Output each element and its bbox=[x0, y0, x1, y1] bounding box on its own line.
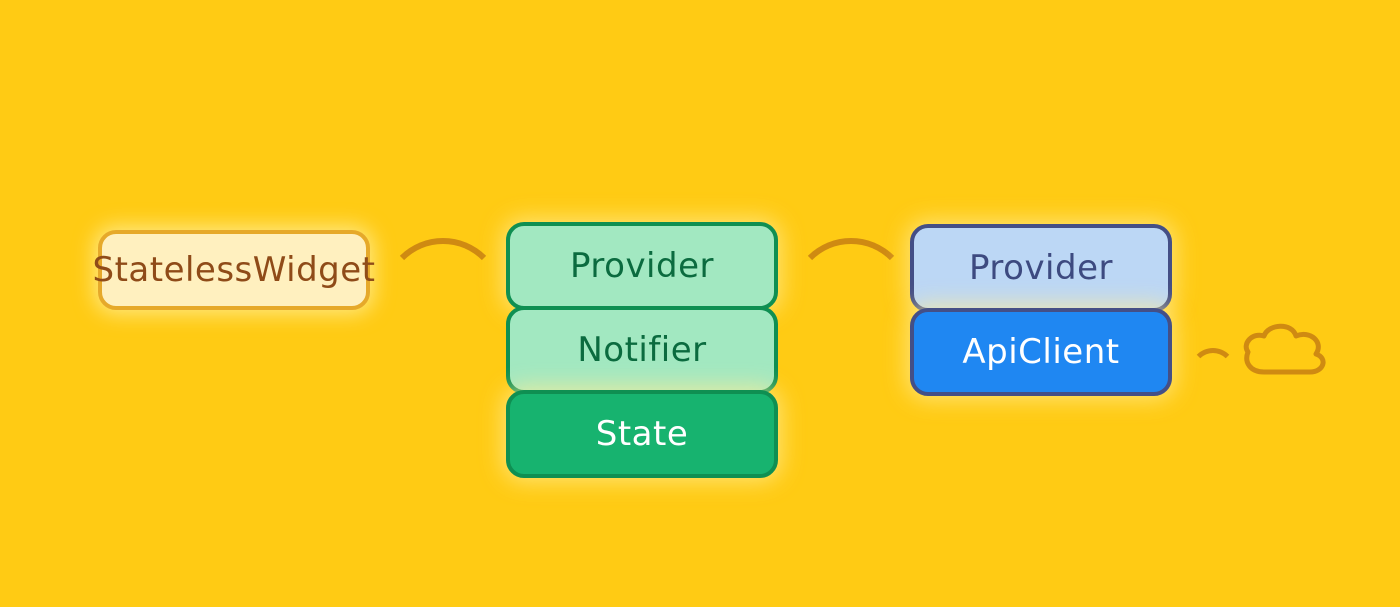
diagram-canvas: StatelessWidget Provider Notifier State … bbox=[0, 0, 1400, 607]
stateless-widget-label: StatelessWidget bbox=[92, 250, 375, 290]
blue-provider-box: Provider bbox=[910, 224, 1172, 312]
stateless-widget-box: StatelessWidget bbox=[98, 230, 370, 310]
blue-client-box: ApiClient bbox=[910, 308, 1172, 396]
connector-arc-1 bbox=[382, 238, 504, 360]
blue-client-label: ApiClient bbox=[962, 332, 1119, 372]
cloud-icon bbox=[1238, 320, 1330, 384]
green-notifier-box: Notifier bbox=[506, 306, 778, 394]
green-notifier-label: Notifier bbox=[577, 330, 706, 370]
blue-provider-label: Provider bbox=[969, 248, 1113, 288]
green-state-label: State bbox=[596, 414, 689, 454]
green-provider-label: Provider bbox=[570, 246, 714, 286]
green-state-box: State bbox=[506, 390, 778, 478]
connector-dash bbox=[1190, 348, 1236, 394]
connector-arc-2 bbox=[790, 238, 912, 360]
green-provider-box: Provider bbox=[506, 222, 778, 310]
